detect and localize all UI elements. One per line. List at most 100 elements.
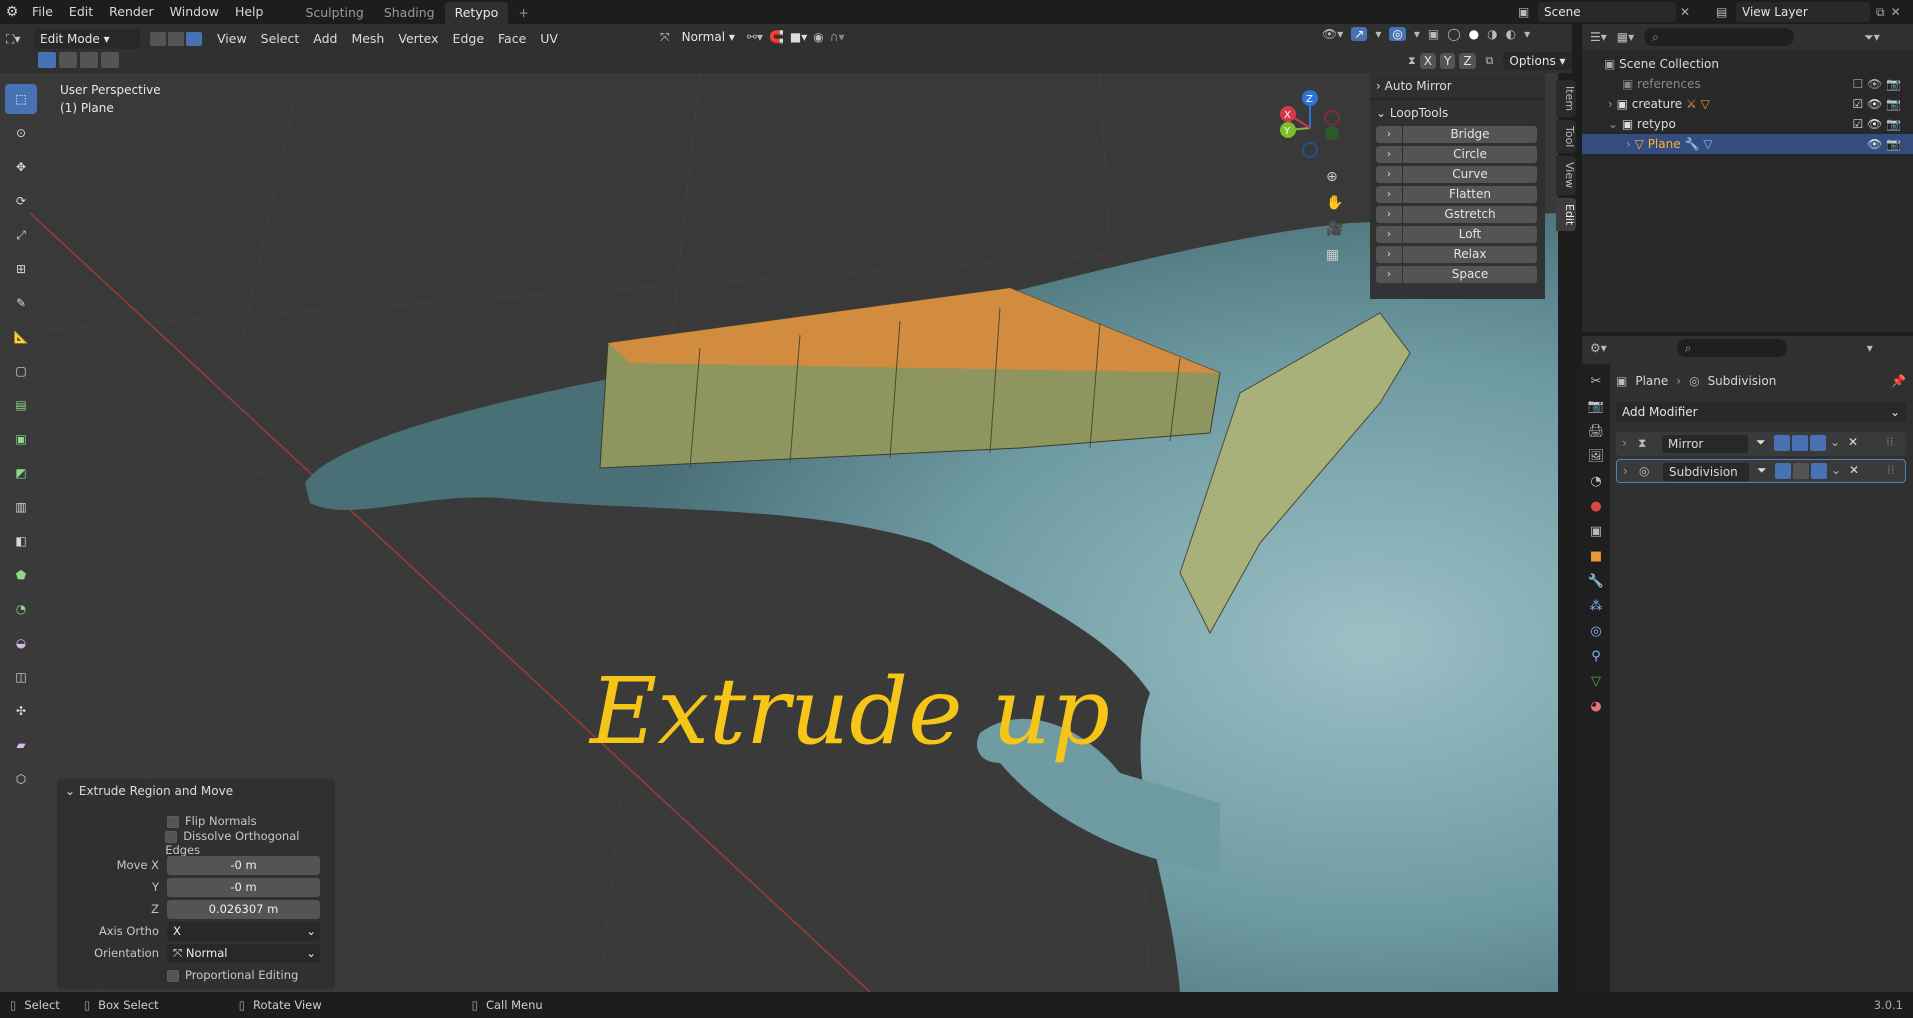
orientation-select[interactable]: ⤧ Normal ⌄ <box>167 943 320 963</box>
outliner-item-retypo[interactable]: ⌄ ▣ retypo ☑ 👁 📷 <box>1582 114 1913 134</box>
transform-tool-icon[interactable]: ⊞ <box>5 254 37 284</box>
looptools-loft-button[interactable]: Loft <box>1403 226 1537 243</box>
viewport-display-icon[interactable] <box>1792 435 1808 451</box>
chevron-right-icon[interactable]: › <box>1376 266 1402 283</box>
looptools-relax-button[interactable]: Relax <box>1403 246 1537 263</box>
tool-props-icon[interactable]: ✂ <box>1591 374 1602 389</box>
looptools-flatten-button[interactable]: Flatten <box>1403 186 1537 203</box>
mirror-axis-icon[interactable]: ⧗ <box>1408 54 1416 68</box>
select-subtract-icon[interactable] <box>80 52 98 68</box>
menu-render[interactable]: Render <box>101 0 162 24</box>
measure-tool-icon[interactable]: 📐 <box>5 322 37 352</box>
looptools-curve-button[interactable]: Curve <box>1403 166 1537 183</box>
subdivision-name-field[interactable]: Subdivision <box>1663 463 1749 481</box>
outliner-item-creature[interactable]: › ▣ creature ⚔ ▽ ☑ 👁 📷 <box>1582 94 1913 114</box>
render-display-icon[interactable] <box>1811 463 1827 479</box>
move-z-field[interactable]: 0.026307 m <box>167 899 320 919</box>
select-box-tool-icon[interactable]: ⬚ <box>5 84 37 114</box>
chevron-right-icon[interactable]: › <box>1376 206 1402 223</box>
view-layer-props-icon[interactable]: 🖼 <box>1588 449 1605 464</box>
menu-vertex[interactable]: Vertex <box>391 27 445 51</box>
pan-hand-icon[interactable]: ✋ <box>1326 195 1343 211</box>
annotate-tool-icon[interactable]: ✎ <box>5 288 37 318</box>
mirror-name-field[interactable]: Mirror <box>1662 435 1748 453</box>
shrink-fatten-tool-icon[interactable]: ✣ <box>5 696 37 726</box>
collection-props-icon[interactable]: ▣ <box>1590 524 1602 539</box>
edge-select-icon[interactable] <box>168 32 184 46</box>
filter-icon[interactable]: ⏷▾ <box>1864 30 1880 45</box>
camera-icon[interactable]: 🎥 <box>1326 221 1343 237</box>
axis-z-toggle[interactable]: Z <box>1459 53 1476 69</box>
modifier-mirror[interactable]: › ⧗ Mirror ⏷ ⌄ ✕ ⁞⁞ <box>1616 432 1906 456</box>
scene-icon[interactable]: ▣ <box>1518 5 1538 19</box>
select-extend-icon[interactable] <box>59 52 77 68</box>
particles-props-icon[interactable]: ⁂ <box>1590 599 1603 614</box>
chevron-right-icon[interactable]: › <box>1376 186 1402 203</box>
vertex-select-icon[interactable] <box>150 32 166 46</box>
move-x-field[interactable]: -0 m <box>167 855 320 875</box>
solid-shading-icon[interactable]: ● <box>1469 27 1479 41</box>
edit-mode-icon[interactable] <box>1775 463 1791 479</box>
scene-props-icon[interactable]: ◔ <box>1590 474 1601 489</box>
transform-orientation-icon[interactable]: ⤧ <box>660 30 670 45</box>
drag-handle-icon[interactable]: ⁞⁞ <box>1886 435 1894 449</box>
outliner-type-icon[interactable]: ☰▾ <box>1590 30 1607 44</box>
render-display-icon[interactable] <box>1810 435 1826 451</box>
close-icon[interactable]: ✕ <box>1680 5 1690 19</box>
ortho-grid-icon[interactable]: ▦ <box>1326 247 1343 263</box>
menu-window[interactable]: Window <box>162 0 227 24</box>
auto-merge-icon[interactable]: ⧉ <box>1486 54 1494 68</box>
navigation-gizmo[interactable]: Z Y X <box>1270 88 1350 168</box>
scale-tool-icon[interactable]: ⤢ <box>5 220 37 250</box>
tab-view[interactable]: View <box>1556 156 1576 195</box>
drag-handle-icon[interactable]: ⁞⁞ <box>1887 463 1895 477</box>
knife-tool-icon[interactable]: ◧ <box>5 526 37 556</box>
select-new-icon[interactable] <box>38 52 56 68</box>
physics-props-icon[interactable]: ◎ <box>1590 624 1601 639</box>
menu-face[interactable]: Face <box>491 27 533 51</box>
move-tool-icon[interactable]: ✥ <box>5 152 37 182</box>
material-props-icon[interactable]: ◕ <box>1590 699 1601 714</box>
chevron-right-icon[interactable]: › <box>1376 166 1402 183</box>
visibility-controls[interactable]: ☑ 👁 📷 <box>1852 94 1901 114</box>
axis-y-toggle[interactable]: Y <box>1439 53 1456 69</box>
tab-sculpting[interactable]: Sculpting <box>295 2 373 24</box>
face-select-icon[interactable] <box>186 32 202 46</box>
tab-tool[interactable]: Tool <box>1556 120 1576 154</box>
options-dropdown[interactable]: Options ▾ <box>1503 52 1572 70</box>
orientation-selector[interactable]: Normal ▾ <box>676 27 741 47</box>
chevron-down-icon[interactable]: ⌄ <box>1831 463 1841 477</box>
extrude-tool-icon[interactable]: ▤ <box>5 390 37 420</box>
properties-search-input[interactable]: ⌕ <box>1676 339 1787 357</box>
tab-edit[interactable]: Edit <box>1556 197 1576 231</box>
menu-uv[interactable]: UV <box>533 27 565 51</box>
visibility-icon[interactable]: 👁▾ <box>1322 27 1343 41</box>
display-mode-icon[interactable]: ▦▾ <box>1617 30 1634 44</box>
properties-type-icon[interactable]: ⚙▾ <box>1590 341 1607 355</box>
visibility-controls[interactable]: 👁 📷 <box>1867 134 1901 154</box>
menu-add[interactable]: Add <box>306 27 344 51</box>
object-props-icon[interactable]: ■ <box>1590 549 1602 564</box>
tab-retypo[interactable]: Retypo <box>444 2 509 24</box>
chevron-right-icon[interactable]: › <box>1376 146 1402 163</box>
viewport-display-icon[interactable] <box>1793 463 1809 479</box>
wireframe-shading-icon[interactable]: ◯ <box>1447 27 1460 41</box>
snap-icon[interactable]: 🧲 <box>769 30 784 44</box>
close-icon[interactable]: ✕ <box>1891 5 1901 19</box>
axis-x-toggle[interactable]: X <box>1419 53 1436 69</box>
menu-view[interactable]: View <box>210 27 254 51</box>
edit-mode-icon[interactable] <box>1774 435 1790 451</box>
menu-mesh[interactable]: Mesh <box>344 27 391 51</box>
looptools-circle-button[interactable]: Circle <box>1403 146 1537 163</box>
add-cube-tool-icon[interactable]: ▢ <box>5 356 37 386</box>
dissolve-edges-checkbox[interactable]: Dissolve Orthogonal Edges <box>165 829 335 857</box>
tab-shading[interactable]: Shading <box>374 2 445 24</box>
move-y-field[interactable]: -0 m <box>167 877 320 897</box>
cursor-tool-icon[interactable]: ⊙ <box>5 118 37 148</box>
chevron-right-icon[interactable]: › <box>1376 126 1402 143</box>
chevron-down-icon[interactable]: ⌄ <box>1830 435 1840 449</box>
outliner-item-plane[interactable]: › ▽ Plane 🔧 ▽ 👁 📷 <box>1582 134 1913 154</box>
shear-tool-icon[interactable]: ▰ <box>5 730 37 760</box>
add-workspace-button[interactable]: + <box>508 2 538 24</box>
scene-selector[interactable]: Scene <box>1538 2 1676 22</box>
